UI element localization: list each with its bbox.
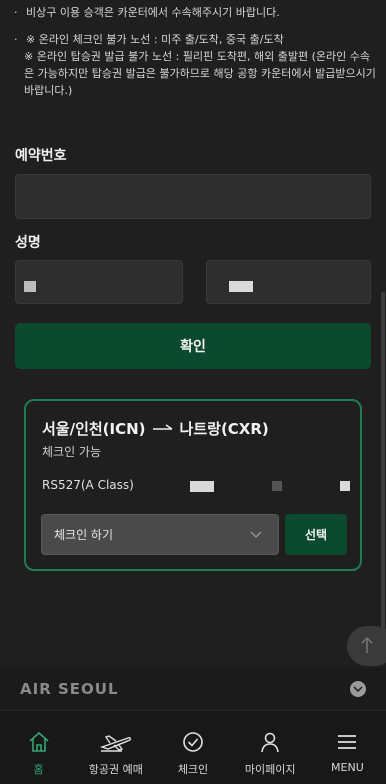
- scrollbar[interactable]: [381, 292, 385, 632]
- notice-item: · 비상구 이용 승객은 카운터에서 수속해주시기 바랍니다.: [14, 4, 376, 21]
- user-icon: [259, 729, 281, 755]
- plane-icon: [99, 729, 132, 755]
- nav-label: MENU: [331, 761, 364, 774]
- flight-number: RS527(A Class): [42, 478, 134, 492]
- nav-label: 항공권 예매: [88, 763, 143, 776]
- notice-text: 비상구 이용 승객은 카운터에서 수속해주시기 바랍니다.: [26, 6, 280, 19]
- masked-text: [229, 281, 253, 292]
- route-title: 서울/인천(ICN) 나트랑(CXR): [42, 418, 269, 439]
- checkin-select[interactable]: 체크인 하기: [41, 514, 279, 555]
- name-label: 성명: [15, 235, 41, 251]
- last-name-input[interactable]: [15, 260, 183, 304]
- chevron-down-icon: [353, 686, 363, 693]
- nav-label: 마이페이지: [244, 763, 296, 776]
- nav-label: 체크인: [177, 763, 209, 776]
- destination: 나트랑(CXR): [179, 420, 269, 438]
- masked-text: [190, 481, 214, 492]
- menu-icon: [337, 729, 357, 755]
- notice-block: · 비상구 이용 승객은 카운터에서 수속해주시기 바랍니다. · ※ 온라인 …: [14, 4, 376, 99]
- footer-expand-button[interactable]: [350, 681, 366, 697]
- chevron-down-icon: [250, 528, 262, 540]
- reservation-input[interactable]: [15, 174, 371, 219]
- flight-card: 서울/인천(ICN) 나트랑(CXR) 체크인 가능 RS527(A Class)…: [24, 399, 362, 571]
- bullet: ·: [14, 6, 18, 19]
- masked-text: [340, 481, 350, 491]
- select-value: 체크인 하기: [54, 528, 114, 542]
- reservation-label: 예약번호: [15, 148, 67, 164]
- check-circle-icon: [182, 729, 204, 755]
- nav-item-mypage[interactable]: 마이페이지: [232, 711, 309, 784]
- nav-item-menu[interactable]: MENU: [309, 711, 386, 784]
- nav-item-checkin[interactable]: 체크인: [154, 711, 231, 784]
- arrow-right-icon: [152, 420, 174, 438]
- arrow-up-icon: [361, 636, 373, 653]
- nav-label: 홈: [33, 763, 44, 776]
- confirm-button[interactable]: 확인: [15, 323, 371, 369]
- masked-text: [24, 281, 36, 292]
- masked-text: [272, 481, 282, 491]
- brand-logo: AIR SEOUL: [20, 680, 119, 698]
- bullet: ·: [14, 33, 18, 46]
- notice-subtext: ※ 온라인 탑승권 발급 불가 노선 : 필리핀 도착편, 해외 출발편 (온라…: [24, 50, 376, 97]
- origin: 서울/인천(ICN): [42, 420, 146, 438]
- checkin-status: 체크인 가능: [42, 445, 102, 459]
- nav-item-home[interactable]: 홈: [0, 711, 77, 784]
- first-name-input[interactable]: [206, 260, 371, 304]
- bottom-nav: 홈 항공권 예매 체크인 마이페이지 MENU: [0, 710, 386, 784]
- notice-text: ※ 온라인 체크인 불가 노선 : 미주 출/도착, 중국 출/도착: [26, 33, 284, 46]
- notice-item: · ※ 온라인 체크인 불가 노선 : 미주 출/도착, 중국 출/도착: [14, 31, 376, 48]
- home-icon: [27, 729, 51, 755]
- footer: AIR SEOUL: [0, 668, 386, 708]
- nav-item-booking[interactable]: 항공권 예매: [77, 711, 154, 784]
- select-button[interactable]: 선택: [285, 514, 347, 555]
- scroll-top-button[interactable]: [347, 626, 386, 666]
